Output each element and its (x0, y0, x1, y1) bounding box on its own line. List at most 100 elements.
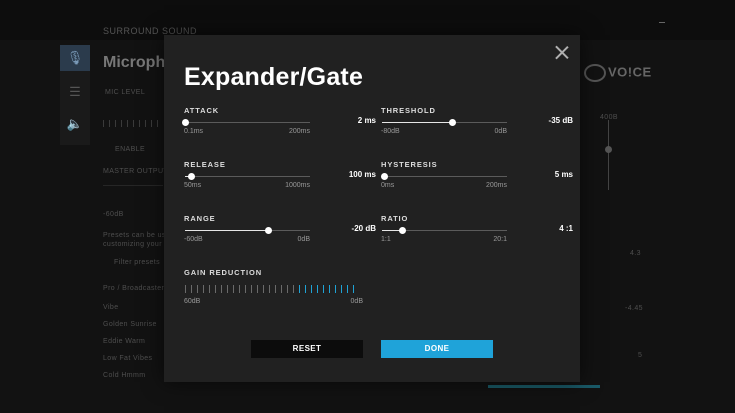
background-preset-item: Golden Sunrise (103, 321, 157, 328)
attack-label: ATTACK (184, 106, 220, 115)
release-control: RELEASE 100 ms 50ms 1000ms (184, 160, 376, 200)
background-meter (103, 120, 158, 127)
gain-reduction-segment (274, 285, 277, 293)
range-max: 0dB (297, 236, 310, 243)
reset-button[interactable]: RESET (251, 340, 363, 358)
background-preset-item: Vibe (103, 304, 119, 311)
attack-value: 2 ms (357, 116, 376, 125)
gain-reduction-segment (232, 285, 235, 293)
ratio-max: 20:1 (493, 236, 507, 243)
release-min: 50ms (184, 182, 202, 189)
gain-reduction-segment (220, 285, 223, 293)
attack-control: ATTACK 2 ms 0.1ms 200ms (181, 106, 376, 146)
background-preset-category: Pro / Broadcaster (103, 285, 165, 292)
gain-reduction-segment (250, 285, 253, 293)
gain-reduction: GAIN REDUCTION 60dB 0dB (184, 268, 366, 312)
background-enable: ENABLE (115, 146, 146, 153)
gain-reduction-segment (214, 285, 217, 293)
threshold-control: THRESHOLD -35 dB -80dB 0dB (381, 106, 573, 146)
background-slider (103, 185, 163, 186)
background-preset-item: Low Fat Vibes (103, 355, 153, 362)
attack-max: 200ms (288, 128, 310, 135)
gain-reduction-segment (352, 285, 354, 293)
speaker-icon: 🔈 (66, 116, 84, 131)
gain-reduction-segment (280, 285, 283, 293)
gain-reduction-segment (346, 285, 348, 293)
attack-slider[interactable] (181, 119, 310, 126)
close-icon[interactable] (555, 45, 569, 59)
background-sidebar: 🎙 ☰ 🔈 (60, 45, 90, 145)
gain-reduction-segment (310, 285, 312, 293)
background-vertical-knob (605, 146, 612, 153)
gain-reduction-meter (185, 285, 354, 293)
ratio-label: RATIO (381, 214, 409, 223)
attack-slider-handle[interactable] (181, 119, 189, 126)
range-min: -60dB (184, 236, 203, 243)
expander-gate-dialog: Expander/Gate ATTACK 2 ms 0.1ms 200ms TH… (164, 35, 580, 382)
background-mic-level: MIC LEVEL (105, 89, 146, 96)
hysteresis-min: 0ms (381, 182, 395, 189)
range-slider[interactable] (185, 227, 310, 234)
background-vertical-slider (608, 120, 609, 190)
background-master-value: -60dB (103, 211, 124, 218)
threshold-label: THRESHOLD (381, 106, 436, 115)
range-slider-handle[interactable] (265, 227, 273, 234)
microphone-icon: 🎙 (60, 45, 90, 71)
threshold-slider[interactable] (382, 119, 507, 126)
gain-reduction-segment (208, 285, 211, 293)
dialog-title: Expander/Gate (184, 63, 364, 91)
release-slider[interactable] (185, 173, 310, 180)
threshold-value: -35 dB (548, 116, 573, 125)
ratio-slider-handle[interactable] (398, 227, 406, 234)
gain-reduction-segment (202, 285, 205, 293)
background-preset-item: Cold Hmmm (103, 372, 146, 379)
gain-reduction-segment (262, 285, 265, 293)
hysteresis-control: HYSTERESIS 5 ms 0ms 200ms (381, 160, 573, 200)
background-master-output: MASTER OUTPUT (103, 168, 169, 175)
background-right-value: 4.3 (630, 250, 641, 257)
gain-reduction-segment (334, 285, 336, 293)
equalizer-icon: ☰ (69, 84, 81, 99)
gain-reduction-segment (244, 285, 247, 293)
background-logo: VO!CE (584, 64, 652, 82)
hysteresis-value: 5 ms (554, 170, 573, 179)
threshold-slider-handle[interactable] (448, 119, 456, 126)
range-control: RANGE -20 dB -60dB 0dB (184, 214, 376, 254)
ratio-min: 1:1 (381, 236, 391, 243)
gain-reduction-segment (304, 285, 306, 293)
release-slider-handle[interactable] (187, 173, 195, 180)
gain-reduction-segment (292, 285, 295, 293)
background-filter-input: Filter presets (114, 259, 161, 266)
ratio-slider[interactable] (382, 227, 507, 234)
done-button[interactable]: DONE (381, 340, 493, 358)
gain-reduction-segment (328, 285, 330, 293)
background-right-value: 5 (638, 352, 643, 359)
hysteresis-max: 200ms (485, 182, 507, 189)
hysteresis-slider[interactable] (381, 173, 507, 180)
background-top-bar: SURROUND SOUND (0, 0, 735, 40)
range-value: -20 dB (351, 224, 376, 233)
gain-reduction-max: 0dB (350, 298, 363, 305)
hysteresis-label: HYSTERESIS (381, 160, 438, 169)
gain-reduction-segment (226, 285, 229, 293)
gain-reduction-segment (340, 285, 342, 293)
gain-reduction-segment (316, 285, 318, 293)
gain-reduction-segment (238, 285, 241, 293)
threshold-min: -80dB (381, 128, 400, 135)
ratio-control: RATIO 4 :1 1:1 20:1 (381, 214, 573, 254)
background-progress (488, 385, 600, 388)
range-slider-fill (185, 230, 269, 231)
gain-reduction-segment (256, 285, 259, 293)
range-label: RANGE (184, 214, 216, 223)
gain-reduction-label: GAIN REDUCTION (184, 268, 263, 277)
gain-reduction-segment (185, 285, 187, 293)
background-right-value: -4.45 (625, 305, 643, 312)
attack-min: 0.1ms (184, 128, 204, 135)
gain-reduction-segment (268, 285, 271, 293)
gain-reduction-segment (190, 285, 193, 293)
ratio-value: 4 :1 (559, 224, 573, 233)
gain-reduction-segment (298, 285, 300, 293)
hysteresis-slider-handle[interactable] (381, 173, 388, 180)
gain-reduction-segment (286, 285, 289, 293)
release-value: 100 ms (348, 170, 376, 179)
